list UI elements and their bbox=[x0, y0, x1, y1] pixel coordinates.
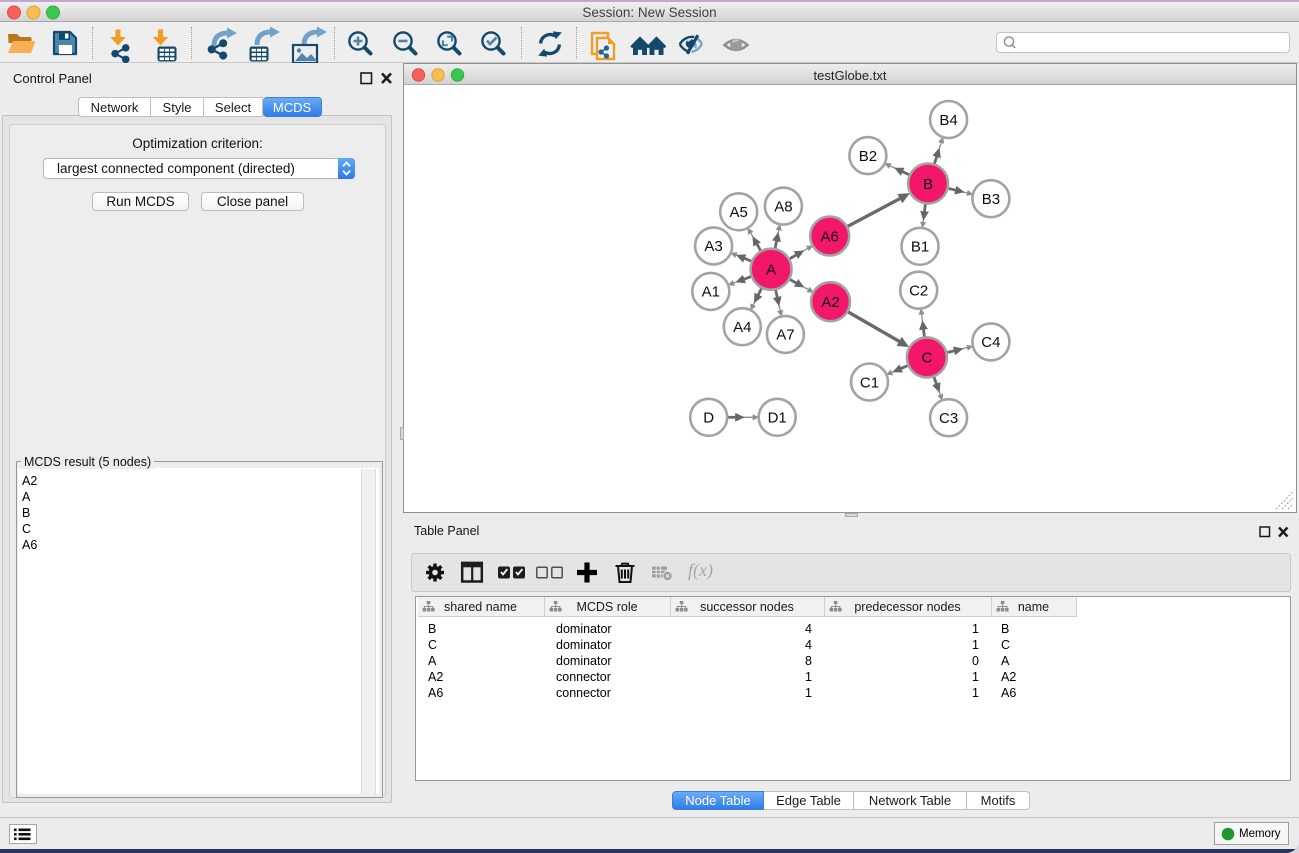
svg-text:A7: A7 bbox=[776, 327, 794, 344]
svg-text:B4: B4 bbox=[939, 112, 957, 129]
svg-text:B2: B2 bbox=[859, 148, 877, 165]
svg-text:A: A bbox=[766, 262, 776, 279]
svg-text:A6: A6 bbox=[821, 228, 839, 245]
svg-text:A3: A3 bbox=[704, 238, 722, 255]
svg-text:C2: C2 bbox=[909, 283, 928, 300]
svg-text:C4: C4 bbox=[981, 334, 1000, 351]
svg-text:D1: D1 bbox=[768, 410, 787, 427]
svg-text:B1: B1 bbox=[911, 239, 929, 256]
svg-text:A5: A5 bbox=[730, 204, 748, 221]
svg-text:A4: A4 bbox=[733, 319, 751, 336]
svg-text:A1: A1 bbox=[702, 284, 720, 301]
svg-text:D: D bbox=[703, 410, 714, 427]
svg-text:A2: A2 bbox=[821, 294, 839, 311]
svg-text:C1: C1 bbox=[860, 374, 879, 391]
svg-text:A8: A8 bbox=[774, 198, 792, 215]
svg-text:B3: B3 bbox=[982, 191, 1000, 208]
svg-text:C: C bbox=[921, 350, 932, 367]
svg-text:B: B bbox=[923, 176, 933, 193]
svg-text:C3: C3 bbox=[939, 410, 958, 427]
